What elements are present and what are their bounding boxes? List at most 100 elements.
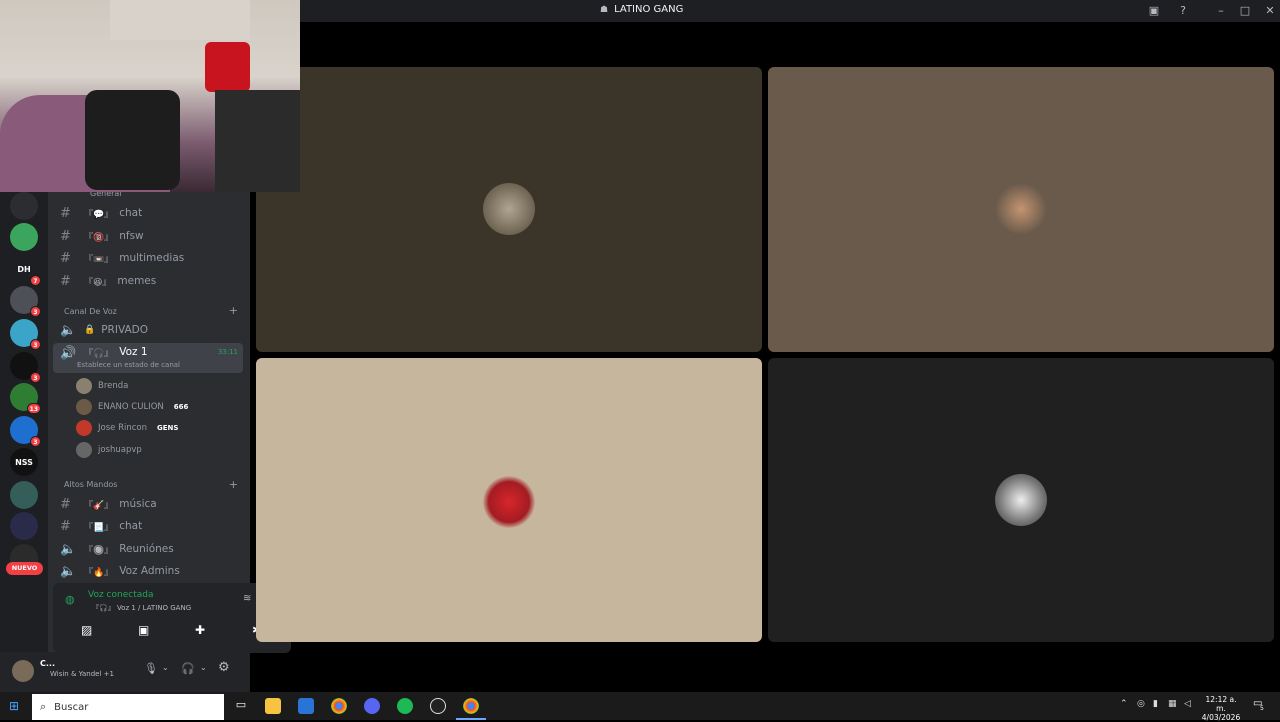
chrome-icon[interactable] [331, 698, 347, 714]
gear-icon[interactable]: ⚙ [218, 660, 230, 675]
server-6-icon[interactable]: 3 [10, 352, 41, 383]
signal-icon: ◍ [65, 593, 75, 606]
speaker-icon: 🔈 [60, 322, 77, 338]
avatar[interactable] [12, 660, 34, 682]
text-channel-icon: # [60, 250, 71, 266]
activities-icon[interactable]: ✚ [195, 623, 205, 637]
user-activity: Wisin & Yandel +1 [50, 670, 114, 678]
video-tile[interactable] [768, 358, 1274, 642]
video-tile[interactable] [768, 67, 1274, 352]
user-panel: C... Wisin & Yandel +1 🎙 ⌄ 🎧 ⌄ ⚙ [0, 652, 250, 692]
windows-start-icon[interactable]: ⊞ [9, 699, 19, 713]
speaker-icon: 🔈 [60, 563, 77, 579]
speaker-icon: 🔈 [60, 541, 77, 557]
avatar [76, 420, 92, 436]
text-channel-icon: # [60, 496, 71, 512]
video-tile[interactable] [256, 67, 762, 352]
server-nss-icon[interactable]: NSS [10, 448, 38, 476]
task-view-icon[interactable]: ▭ [233, 698, 249, 714]
help-icon[interactable]: ? [1175, 3, 1191, 19]
server-7-icon[interactable]: 13 [10, 383, 41, 414]
chevron-down-icon[interactable]: ⌄ [162, 663, 169, 672]
unread-badge: 3 [30, 339, 41, 350]
inbox-icon[interactable]: ▣ [1146, 3, 1162, 19]
avatar [76, 399, 92, 415]
video-tile[interactable] [256, 358, 762, 642]
avatar [76, 442, 92, 458]
minimize-button[interactable]: – [1213, 3, 1229, 19]
add-channel-icon[interactable]: + [229, 304, 238, 317]
server-dh-icon[interactable]: DH 7 [10, 255, 41, 286]
chrome-icon[interactable] [463, 698, 479, 714]
camera-off-icon[interactable]: ▨ [81, 623, 92, 637]
discord-icon[interactable] [364, 698, 380, 714]
unread-badge: 3 [30, 372, 41, 383]
channel-nfsw[interactable]: # 『🔞』 nfsw [48, 226, 248, 246]
unread-badge: 3 [30, 436, 41, 447]
channel-sidebar: General # 『💬』 chat # 『🔞』 nfsw # 『📼』 mult… [48, 189, 291, 692]
call-timer: 33:11 [217, 348, 238, 356]
voice-member[interactable]: ENANO CULION 666 [76, 398, 188, 416]
server-4-icon[interactable]: 3 [10, 286, 41, 317]
server-5-icon[interactable]: 3 [10, 319, 41, 350]
chevron-down-icon[interactable]: ⌄ [200, 663, 207, 672]
member-tag: 666 [173, 403, 189, 411]
channel-status[interactable]: Establece un estado de canal [77, 361, 180, 369]
participant-avatar [995, 183, 1047, 235]
noise-suppression-icon[interactable]: ≋ [243, 593, 251, 604]
search-box[interactable]: ⌕ Buscar [32, 694, 224, 720]
voice-member[interactable]: joshuapvp [76, 441, 142, 459]
voice-member[interactable]: Jose Rincon GENS [76, 419, 178, 437]
username: C... [40, 659, 55, 668]
headphones-icon[interactable]: 🎧 [181, 662, 195, 675]
unread-badge: 7 [30, 275, 41, 286]
obs-icon[interactable] [430, 698, 446, 714]
channel-musica[interactable]: # 『🎸』 música [48, 494, 248, 514]
close-button[interactable]: ✕ [1262, 3, 1278, 19]
channel-multimedias[interactable]: # 『📼』 multimedias [48, 248, 248, 268]
maximize-button[interactable]: □ [1237, 3, 1253, 19]
server-11-icon[interactable] [10, 512, 38, 540]
server-rail: DH 7 3 3 3 13 3 NSS [0, 192, 48, 692]
screen-share-icon[interactable]: ▣ [138, 623, 149, 637]
add-channel-icon[interactable]: + [229, 478, 238, 491]
text-channel-icon: # [60, 228, 71, 244]
voice-channel-privado[interactable]: 🔈 🔒 PRIVADO [48, 320, 248, 340]
text-channel-icon: # [60, 273, 71, 289]
server-10-icon[interactable] [10, 481, 38, 509]
window-title: ☗ LATINO GANG [600, 4, 684, 15]
network-icon[interactable]: ▦ [1168, 699, 1177, 709]
category-altos-mandos[interactable]: Altos Mandos [64, 480, 117, 489]
webcam-overlay [0, 0, 300, 192]
store-icon[interactable] [298, 698, 314, 714]
spotify-icon[interactable] [397, 698, 413, 714]
voice-channel-voz-admins[interactable]: 🔈 『🔥』 Voz Admins [48, 561, 248, 581]
participant-avatar [483, 183, 535, 235]
microphone-icon[interactable]: 🎙 [144, 662, 158, 675]
server-8-icon[interactable]: 3 [10, 416, 41, 447]
category-canal-de-voz[interactable]: Canal De Voz [64, 307, 117, 316]
volume-icon[interactable]: ◁ [1184, 699, 1191, 709]
tray-microphone-icon[interactable]: ▮ [1153, 699, 1158, 709]
channel-chat[interactable]: # 『💬』 chat [48, 203, 248, 223]
text-channel-icon: # [60, 518, 71, 534]
channel-memes[interactable]: # 『😆』 memes [48, 271, 248, 291]
server-2-icon[interactable] [10, 223, 38, 251]
file-explorer-icon[interactable] [265, 698, 281, 714]
new-servers-badge[interactable]: NUEVO [6, 562, 43, 575]
channel-admin-chat[interactable]: # 『📃』 chat [48, 516, 248, 536]
search-icon: ⌕ [40, 700, 47, 713]
voice-member[interactable]: Brenda [76, 377, 128, 395]
server-1-icon[interactable] [10, 192, 38, 220]
server-icon: ☗ [600, 4, 609, 15]
phone-image [85, 90, 180, 190]
voice-channel-reuniones[interactable]: 🔈 『🔘』 Reuniónes [48, 539, 248, 559]
tray-app-icon[interactable]: ◎ [1137, 699, 1145, 709]
voice-channel-voz-1[interactable]: 🔊 『🎧』 Voz 1 33:11 Establece un estado de… [53, 343, 243, 373]
clock[interactable]: 12:12 a. m. 4/03/2026 [1200, 695, 1242, 722]
discord-window: ☗ LATINO GANG ▣ ? – □ ✕ DH 7 3 3 3 13 3 NSS NUE… [0, 0, 1280, 722]
voice-status[interactable]: Voz conectada [88, 590, 153, 600]
tray-chevron-icon[interactable]: ⌃ [1120, 699, 1128, 709]
participant-avatar [995, 474, 1047, 526]
member-tag: GENS [156, 424, 179, 432]
